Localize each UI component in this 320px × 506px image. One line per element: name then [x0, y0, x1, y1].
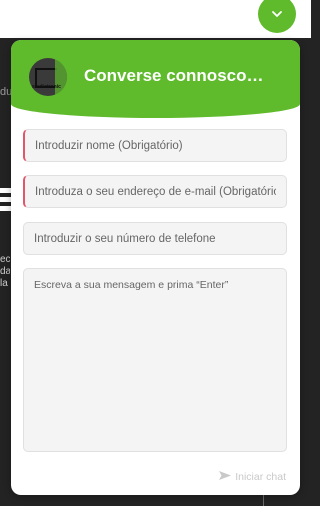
- chat-header: studiotronic Converse connosco…: [11, 40, 300, 118]
- background-paragraph-fragment: ec da la: [0, 254, 10, 290]
- background-line: da: [0, 266, 10, 277]
- chevron-down-icon: [270, 7, 284, 21]
- background-line: ec: [0, 254, 10, 265]
- logo-text: studiotronic: [32, 84, 61, 90]
- start-chat-button[interactable]: Iniciar chat: [218, 470, 286, 484]
- company-logo: studiotronic: [29, 58, 67, 96]
- chat-widget: studiotronic Converse connosco… Iniciar …: [11, 40, 300, 495]
- name-field[interactable]: [23, 129, 287, 162]
- start-chat-label: Iniciar chat: [235, 471, 286, 483]
- send-arrow-icon: [218, 470, 232, 484]
- message-field[interactable]: [23, 268, 287, 452]
- email-field[interactable]: [23, 175, 287, 208]
- chat-title: Converse connosco…: [84, 66, 264, 85]
- background-line: la: [0, 278, 8, 289]
- phone-field[interactable]: [23, 222, 287, 255]
